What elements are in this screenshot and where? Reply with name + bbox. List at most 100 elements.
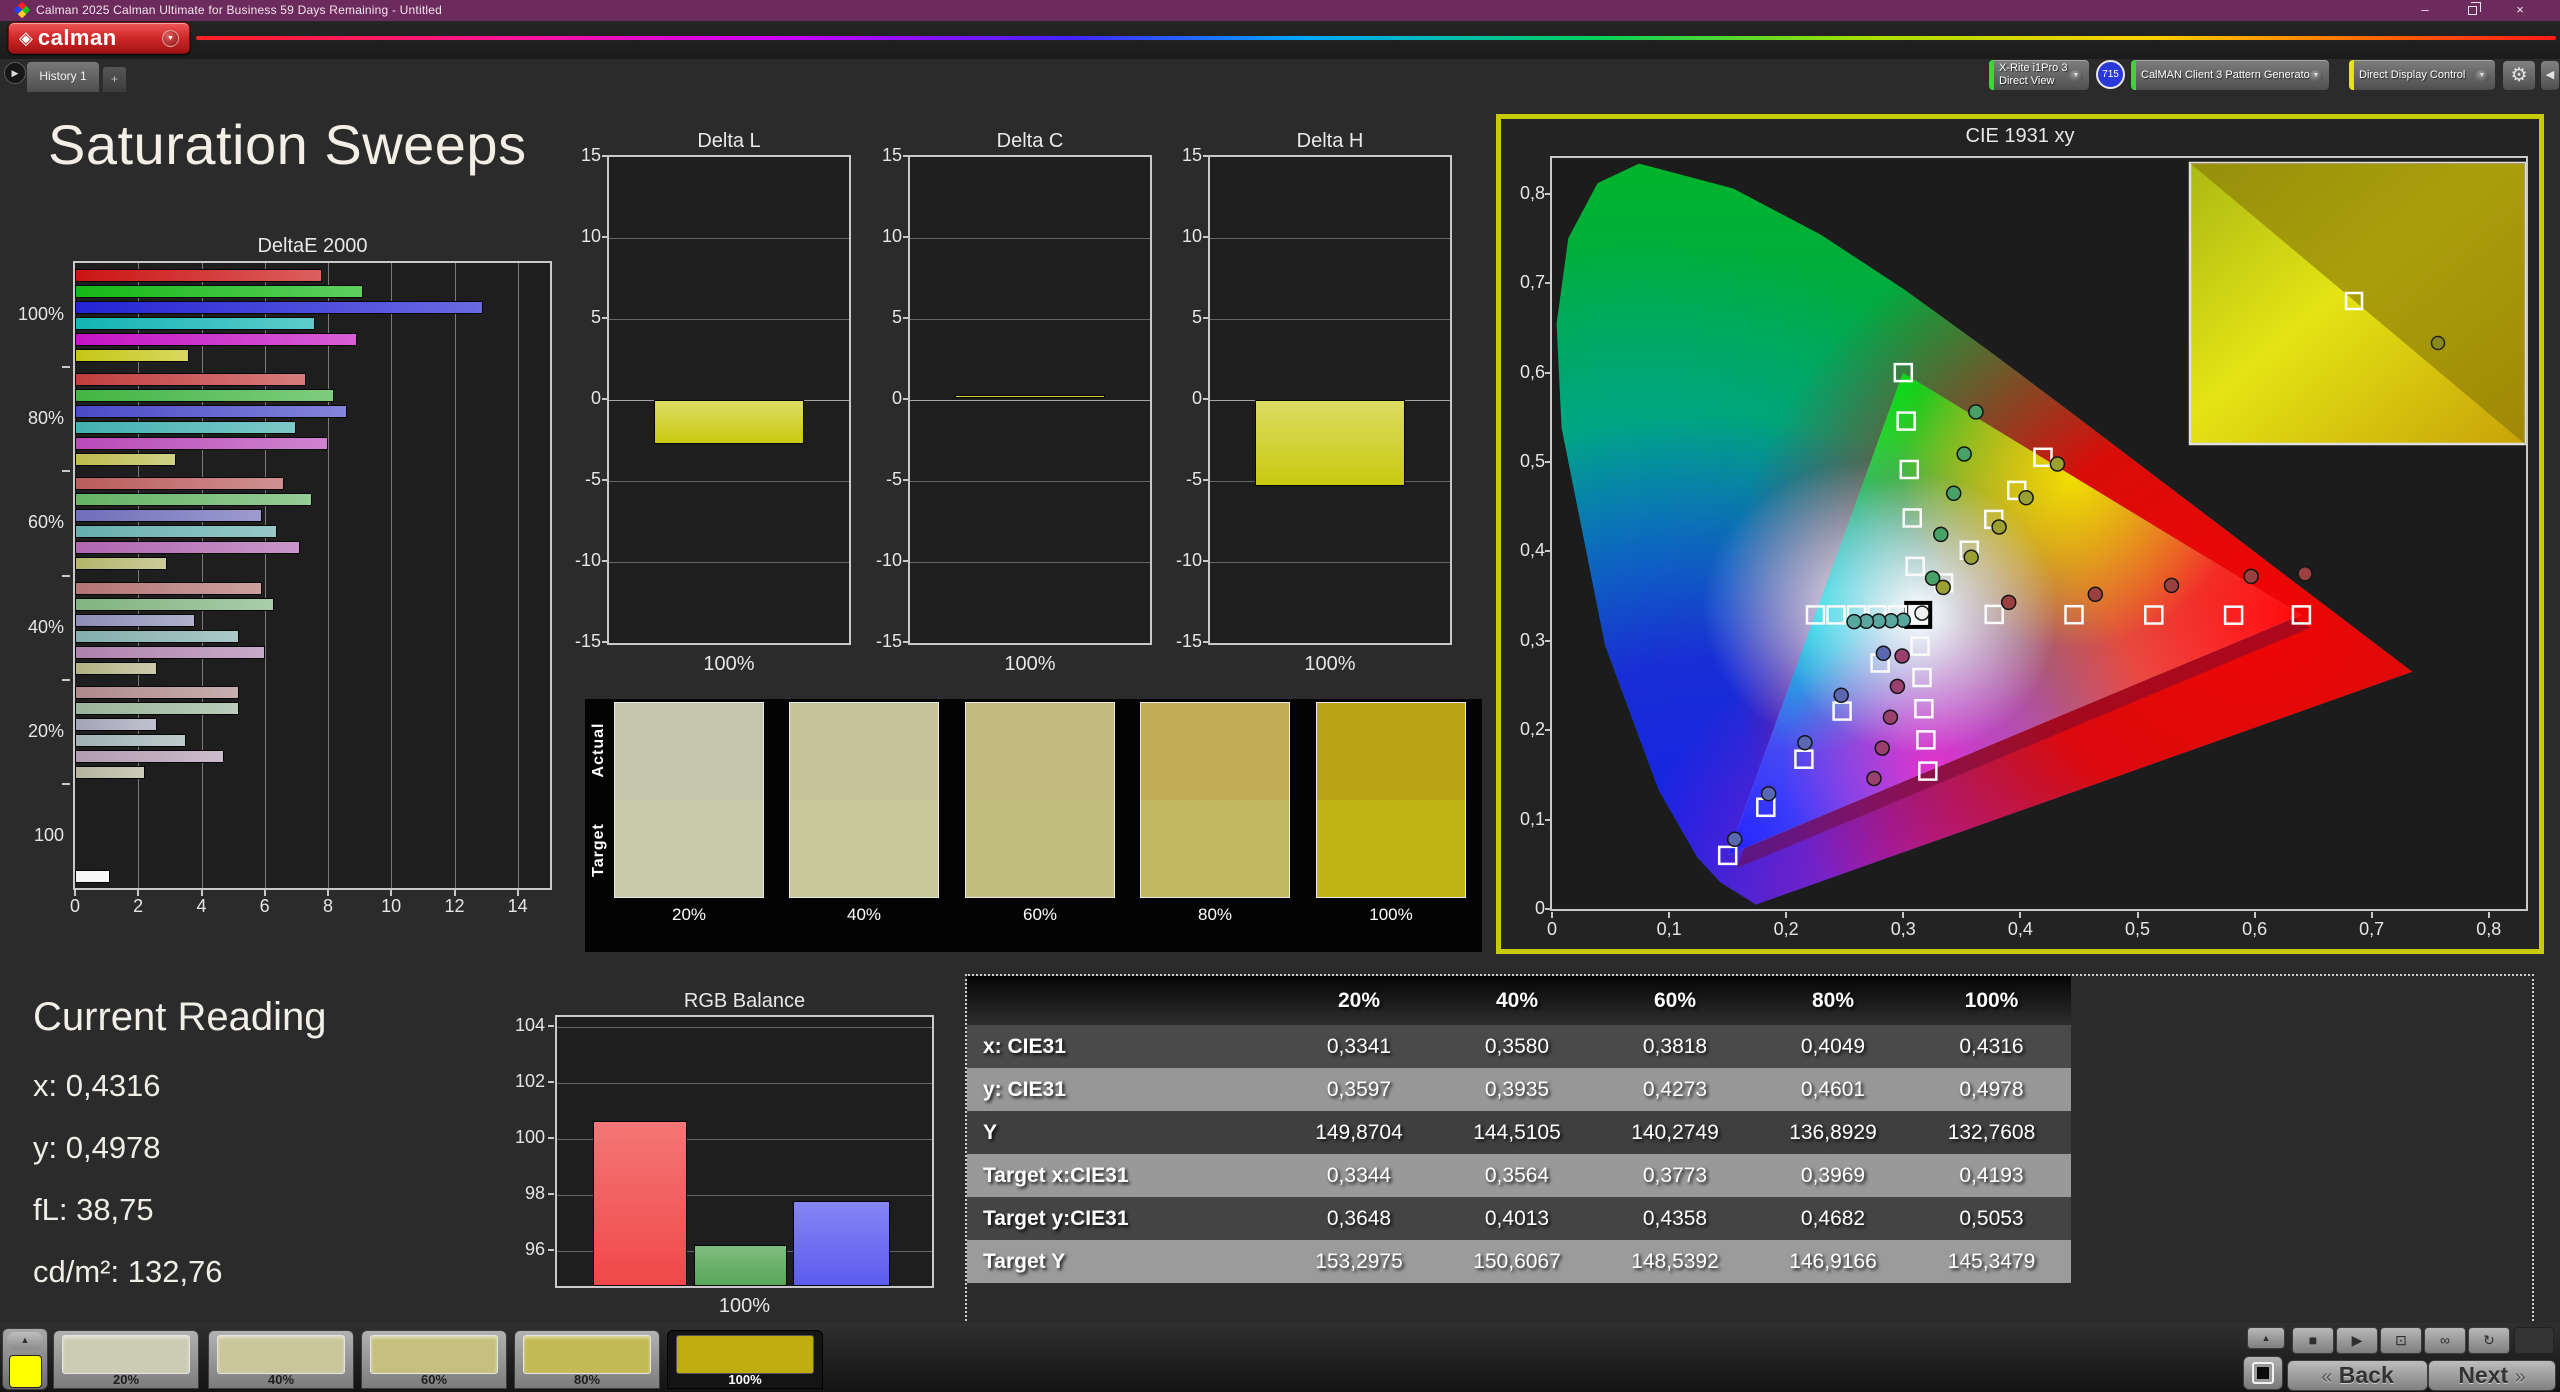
table-row: Target y:CIE31 0,3648 0,4013 0,4358 0,4682 0,… <box>967 1197 2071 1240</box>
close-button[interactable]: × <box>2497 0 2543 21</box>
axis-tick <box>903 398 909 400</box>
settings-button[interactable]: ⚙ <box>2502 60 2536 91</box>
meter-dropdown-3[interactable]: Direct Display Control ▼ <box>2348 59 2496 91</box>
cie-x-tick: 0 <box>1546 919 1557 939</box>
axis-tick <box>602 479 608 481</box>
deltae-bar-80%-4 <box>75 437 328 451</box>
axis-tick <box>1785 912 1788 918</box>
cie-x-tick: 0,1 <box>1656 919 1682 939</box>
gridline <box>454 263 456 888</box>
chart-delta_c: Delta C 15 10 5 0 -5 -10 -15 100% <box>876 118 1176 678</box>
next-button[interactable]: Next » <box>2428 1360 2556 1391</box>
rgb-balance-plot <box>555 1015 934 1288</box>
deltae-bar-40%-2 <box>75 613 196 627</box>
delta_h-y-tick: -5 <box>1185 469 1202 489</box>
minimize-button[interactable]: – <box>2402 0 2448 21</box>
deltae-bar-100%-1 <box>75 285 363 298</box>
axis-tick <box>903 641 909 643</box>
deltae-group-label: 100 <box>33 824 64 845</box>
gridline <box>391 263 393 888</box>
axis-tick <box>1545 550 1551 553</box>
table-row: y: CIE31 0,3597 0,3935 0,4273 0,4601 0,4978 <box>967 1068 2071 1111</box>
tab-history-1[interactable]: History 1 <box>26 61 100 92</box>
compare-swatch-100% <box>1316 702 1466 898</box>
current-reading-line: x: 0,4316 <box>33 1068 161 1103</box>
patch-button-60%[interactable]: 60% <box>361 1330 507 1389</box>
table-cell: 0,3564 <box>1484 1164 1550 1187</box>
cie-y-tick: 0,2 <box>1519 719 1545 740</box>
rgb-balance-title: RGB Balance <box>683 990 806 1012</box>
axis-tick <box>2019 912 2022 918</box>
pattern-button[interactable]: ⊡ <box>2380 1327 2422 1354</box>
delta_c-y-tick: 10 <box>881 226 902 246</box>
collapse-transport-button[interactable]: ▲ <box>2247 1327 2285 1349</box>
patch-button-40%[interactable]: 40% <box>208 1330 354 1389</box>
cie-measured-blue <box>1833 687 1849 704</box>
table-cell: 149,8704 <box>1315 1121 1403 1144</box>
patch-label: 100% <box>728 1372 762 1387</box>
window-titlebar: Calman 2025 Calman Ultimate for Business… <box>0 0 2560 21</box>
axis-tick <box>548 1137 554 1139</box>
target-swatch <box>1317 800 1465 897</box>
delta_h-x-label: 100% <box>1304 653 1356 675</box>
gridline <box>1210 238 1450 239</box>
patch-button-20%[interactable]: 20% <box>53 1330 199 1389</box>
expand-patch-panel-button[interactable]: ▲ <box>7 1332 43 1350</box>
back-button[interactable]: « Back <box>2287 1360 2428 1391</box>
meter-dropdown-2[interactable]: CalMAN Client 3 Pattern Generator ▼ <box>2130 59 2330 91</box>
deltae-bar-80%-2 <box>75 405 347 419</box>
add-tab-button[interactable]: + <box>102 66 127 92</box>
axis-tick <box>1551 912 1553 918</box>
deltae-bar-80%-5 <box>75 453 177 467</box>
delta_h-y-tick: 0 <box>1191 388 1202 408</box>
target-row-label: Target <box>590 823 607 877</box>
calman-menu-button[interactable]: ◈ calman ▼ <box>8 22 190 54</box>
gridline <box>910 562 1150 563</box>
compare-swatch-60% <box>965 702 1115 898</box>
rgb-y-tick: 100 <box>514 1127 545 1147</box>
axis-tick <box>602 317 608 319</box>
compare-swatch-40% <box>789 702 939 898</box>
restore-button[interactable] <box>2449 0 2495 21</box>
collapse-panel-button[interactable]: ◀ <box>2540 60 2560 91</box>
patch-button-100%[interactable]: 100% <box>667 1330 823 1389</box>
delta_l-y-tick: 0 <box>590 388 601 408</box>
meter-label: X-Rite i1Pro 3 Direct View <box>1999 60 2067 90</box>
axis-tick <box>1545 908 1551 910</box>
deltae-bar-20%-4 <box>75 749 224 763</box>
cie-y-tick: 0,6 <box>1519 361 1545 382</box>
deltae-bar-60%-2 <box>75 509 262 523</box>
current-reading-line: cd/m²: 132,76 <box>33 1254 223 1289</box>
delta_c-y-tick: -5 <box>885 469 902 489</box>
cie-y-tick: 0,7 <box>1519 272 1545 293</box>
delta_h-y-tick: 15 <box>1181 145 1202 165</box>
tab-scroll-button[interactable]: ▶ <box>4 62 26 84</box>
rgb-y-tick: 104 <box>514 1015 545 1035</box>
axis-tick <box>1203 398 1209 400</box>
meter-label-line: X-Rite i1Pro 3 <box>1999 62 2068 74</box>
delta_c-y-tick: 15 <box>881 145 902 165</box>
table-header-cell: 80% <box>1811 989 1855 1012</box>
refresh-button[interactable]: ↻ <box>2468 1327 2510 1354</box>
chevron-left-icon: ◀ <box>2545 69 2555 81</box>
continuous-button[interactable]: ∞ <box>2424 1327 2466 1354</box>
deltae-bar-40%-3 <box>75 629 240 643</box>
table-row: Y 149,8704 144,5105 140,2749 136,8929 132,760… <box>967 1111 2071 1154</box>
rgb-balance-chart: RGB Balance 104 102 100 98 96 100% <box>510 985 960 1325</box>
table-cell: 0,3344 <box>1326 1164 1392 1187</box>
pattern-window-button[interactable] <box>2243 1356 2283 1390</box>
table-row-label: Target x:CIE31 <box>983 1164 1129 1187</box>
stop-button[interactable]: ■ <box>2292 1327 2334 1354</box>
cie-inset-zoom <box>2188 161 2526 446</box>
axis-tick <box>2253 912 2256 918</box>
patch-button-80%[interactable]: 80% <box>514 1330 660 1389</box>
table-cell: 0,4358 <box>1642 1207 1708 1230</box>
meter-dropdown-1[interactable]: X-Rite i1Pro 3 Direct View ▼ <box>1988 59 2090 91</box>
play-button[interactable]: ▶ <box>2336 1327 2378 1354</box>
table-header-cell: 60% <box>1653 989 1697 1012</box>
axis-tick <box>1545 639 1551 642</box>
axis-tick <box>903 155 909 157</box>
axis-tick <box>548 1081 554 1083</box>
delta_c-y-tick: -15 <box>875 631 902 651</box>
delta_l-plot <box>607 155 851 645</box>
